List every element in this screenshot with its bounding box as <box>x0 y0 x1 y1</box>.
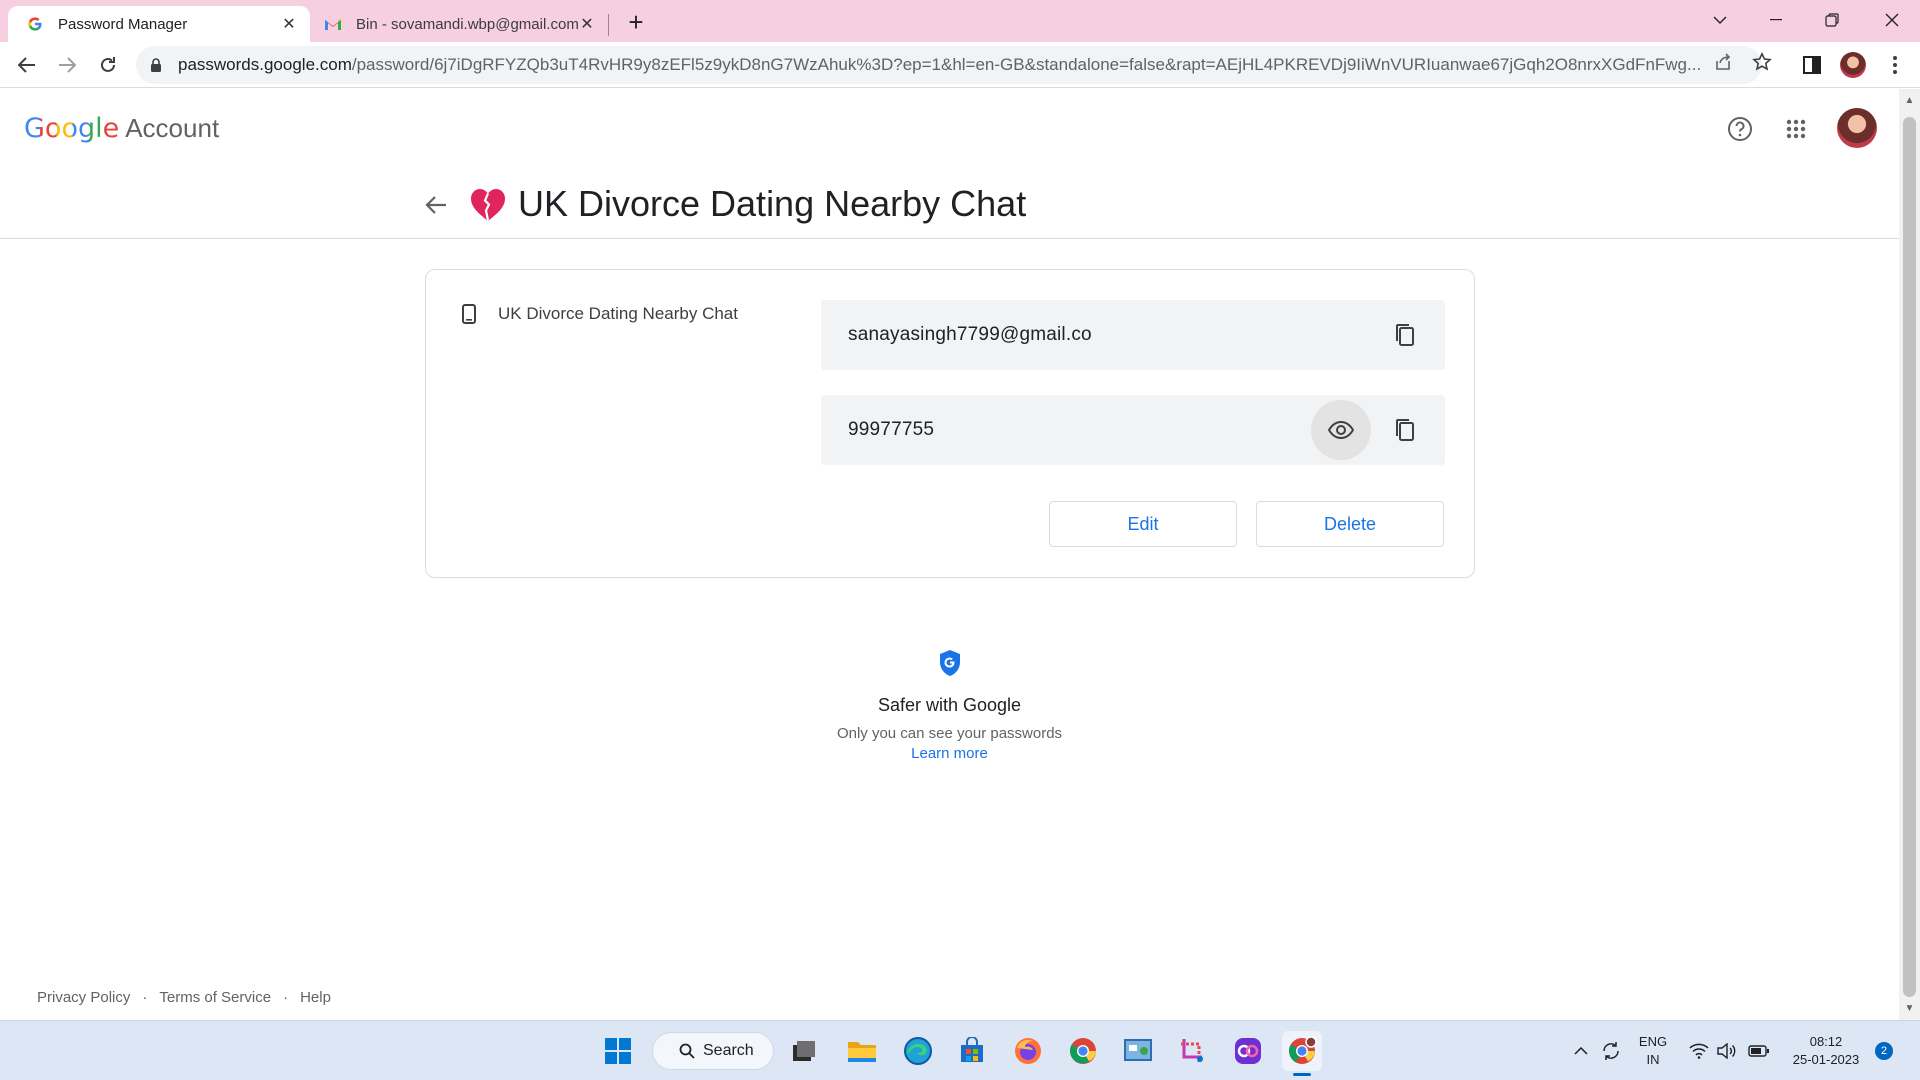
safer-shield-icon-wrap <box>0 649 1899 682</box>
tab-search-chevron-icon[interactable] <box>1692 0 1748 40</box>
chrome-icon[interactable] <box>1063 1031 1103 1071</box>
clock-time: 08:12 <box>1809 1034 1843 1049</box>
footer-separator: · <box>142 989 148 1006</box>
search-label: Search <box>703 1042 754 1059</box>
learn-more-link[interactable]: Learn more <box>0 745 1899 762</box>
minimize-button[interactable] <box>1748 0 1804 40</box>
password-value[interactable]: 99977755 <box>821 419 1311 441</box>
phone-icon <box>462 304 482 324</box>
scroll-up-icon[interactable]: ▲ <box>1904 95 1915 106</box>
new-tab-button[interactable]: + <box>622 7 650 37</box>
page-footer: Privacy Policy · Terms of Service · Help <box>37 989 331 1006</box>
volume-icon[interactable] <box>1714 1031 1740 1071</box>
windows-start-icon[interactable] <box>598 1031 638 1071</box>
notification-badge[interactable]: 2 <box>1875 1042 1893 1060</box>
share-icon[interactable] <box>1712 51 1734 73</box>
control-panel-icon[interactable] <box>1118 1031 1158 1071</box>
edge-browser-icon[interactable] <box>898 1031 938 1071</box>
clock-date: 25-01-2023 <box>1792 1052 1860 1067</box>
google-wordmark: Google <box>24 113 120 144</box>
wifi-icon[interactable] <box>1686 1031 1712 1071</box>
restore-button[interactable] <box>1804 0 1860 40</box>
battery-icon[interactable] <box>1745 1031 1773 1071</box>
taskbar-search[interactable]: Search <box>652 1032 774 1070</box>
show-hidden-icons-chevron[interactable] <box>1570 1031 1592 1071</box>
task-view-icon[interactable] <box>784 1031 824 1071</box>
tab-title: Bin - sovamandi.wbp@gmail.com <box>356 15 578 33</box>
close-window-button[interactable] <box>1864 0 1920 40</box>
sync-icon[interactable] <box>1598 1031 1624 1071</box>
header-divider <box>0 238 1899 239</box>
password-field[interactable]: 99977755 <box>821 395 1445 465</box>
browser-menu-icon[interactable] <box>1880 50 1910 80</box>
back-button[interactable] <box>12 50 42 80</box>
help-link[interactable]: Help <box>300 989 331 1006</box>
reload-button[interactable] <box>93 50 123 80</box>
help-icon[interactable] <box>1722 111 1758 147</box>
url-path: /password/6j7iDgRFYZQb3uT4RvHR9y8zEFl5z9… <box>351 55 1702 74</box>
privacy-policy-link[interactable]: Privacy Policy <box>37 989 130 1006</box>
tab-separator <box>608 14 609 36</box>
page-title: UK Divorce Dating Nearby Chat <box>518 183 1027 224</box>
show-password-eye-icon[interactable] <box>1311 400 1371 460</box>
google-g-icon <box>26 15 44 33</box>
page-content: Google Account UK Divorce Dating Nearby … <box>0 89 1899 1020</box>
url-text: passwords.google.com/password/6j7iDgRFYZ… <box>178 55 1718 75</box>
tab-gmail-bin[interactable]: Bin - sovamandi.wbp@gmail.com ✕ <box>318 6 608 42</box>
search-icon <box>679 1043 695 1059</box>
footer-separator: · <box>283 989 289 1006</box>
clipchamp-icon[interactable] <box>1228 1031 1268 1071</box>
tab-password-manager[interactable]: Password Manager ✕ <box>8 6 310 42</box>
account-avatar[interactable] <box>1837 108 1877 148</box>
page-scrollbar[interactable]: ▲ ▼ <box>1899 89 1920 1020</box>
region-code: IN <box>1646 1052 1660 1067</box>
back-arrow-icon[interactable] <box>420 189 452 221</box>
account-label: Account <box>125 113 220 143</box>
lock-icon[interactable] <box>150 57 164 73</box>
copy-username-icon[interactable] <box>1375 305 1435 365</box>
tab-strip: Password Manager ✕ Bin - sovamandi.wbp@g… <box>0 0 1920 42</box>
language-code: ENG <box>1638 1034 1668 1049</box>
chrome-profile-icon[interactable] <box>1282 1031 1322 1071</box>
side-panel-icon[interactable] <box>1797 50 1827 80</box>
gmail-icon <box>324 15 342 33</box>
edit-button[interactable]: Edit <box>1049 501 1237 547</box>
google-account-logo[interactable]: Google Account <box>24 113 219 144</box>
firefox-icon[interactable] <box>1008 1031 1048 1071</box>
scrollbar-thumb[interactable] <box>1903 117 1916 997</box>
taskbar: Search ENG IN 08:12 25-01-2023 2 <box>0 1020 1920 1080</box>
close-tab-icon[interactable]: ✕ <box>578 15 596 33</box>
forward-button[interactable] <box>52 50 82 80</box>
file-explorer-icon[interactable] <box>842 1031 882 1071</box>
close-tab-icon[interactable]: ✕ <box>280 15 298 33</box>
username-value[interactable]: sanayasingh7799@gmail.co <box>821 324 1375 346</box>
copy-password-icon[interactable] <box>1375 400 1435 460</box>
clock[interactable]: 08:12 25-01-2023 <box>1784 1033 1868 1069</box>
safer-subtitle: Only you can see your passwords <box>836 725 1063 742</box>
site-row: UK Divorce Dating Nearby Chat <box>462 304 738 324</box>
safer-title: Safer with Google <box>877 695 1022 715</box>
terms-of-service-link[interactable]: Terms of Service <box>159 989 271 1006</box>
scroll-down-icon[interactable]: ▼ <box>1904 1003 1915 1014</box>
address-bar[interactable]: passwords.google.com/password/6j7iDgRFYZ… <box>136 46 1762 84</box>
input-language-indicator[interactable]: ENG IN <box>1634 1033 1672 1069</box>
delete-button[interactable]: Delete <box>1256 501 1444 547</box>
broken-heart-icon <box>468 185 508 225</box>
apps-grid-icon[interactable] <box>1778 111 1814 147</box>
browser-toolbar: passwords.google.com/password/6j7iDgRFYZ… <box>0 42 1920 88</box>
microsoft-store-icon[interactable] <box>952 1031 992 1071</box>
site-name: UK Divorce Dating Nearby Chat <box>498 304 738 323</box>
url-host: passwords.google.com <box>178 55 352 74</box>
active-app-indicator <box>1293 1073 1311 1076</box>
password-entry-card: UK Divorce Dating Nearby Chat sanayasing… <box>425 269 1475 578</box>
profile-avatar-small[interactable] <box>1838 50 1868 80</box>
bookmark-star-icon[interactable] <box>1751 51 1773 73</box>
username-field[interactable]: sanayasingh7799@gmail.co <box>821 300 1445 370</box>
tab-title: Password Manager <box>58 15 188 33</box>
snipping-tool-icon[interactable] <box>1173 1031 1213 1071</box>
google-shield-icon <box>938 649 962 682</box>
